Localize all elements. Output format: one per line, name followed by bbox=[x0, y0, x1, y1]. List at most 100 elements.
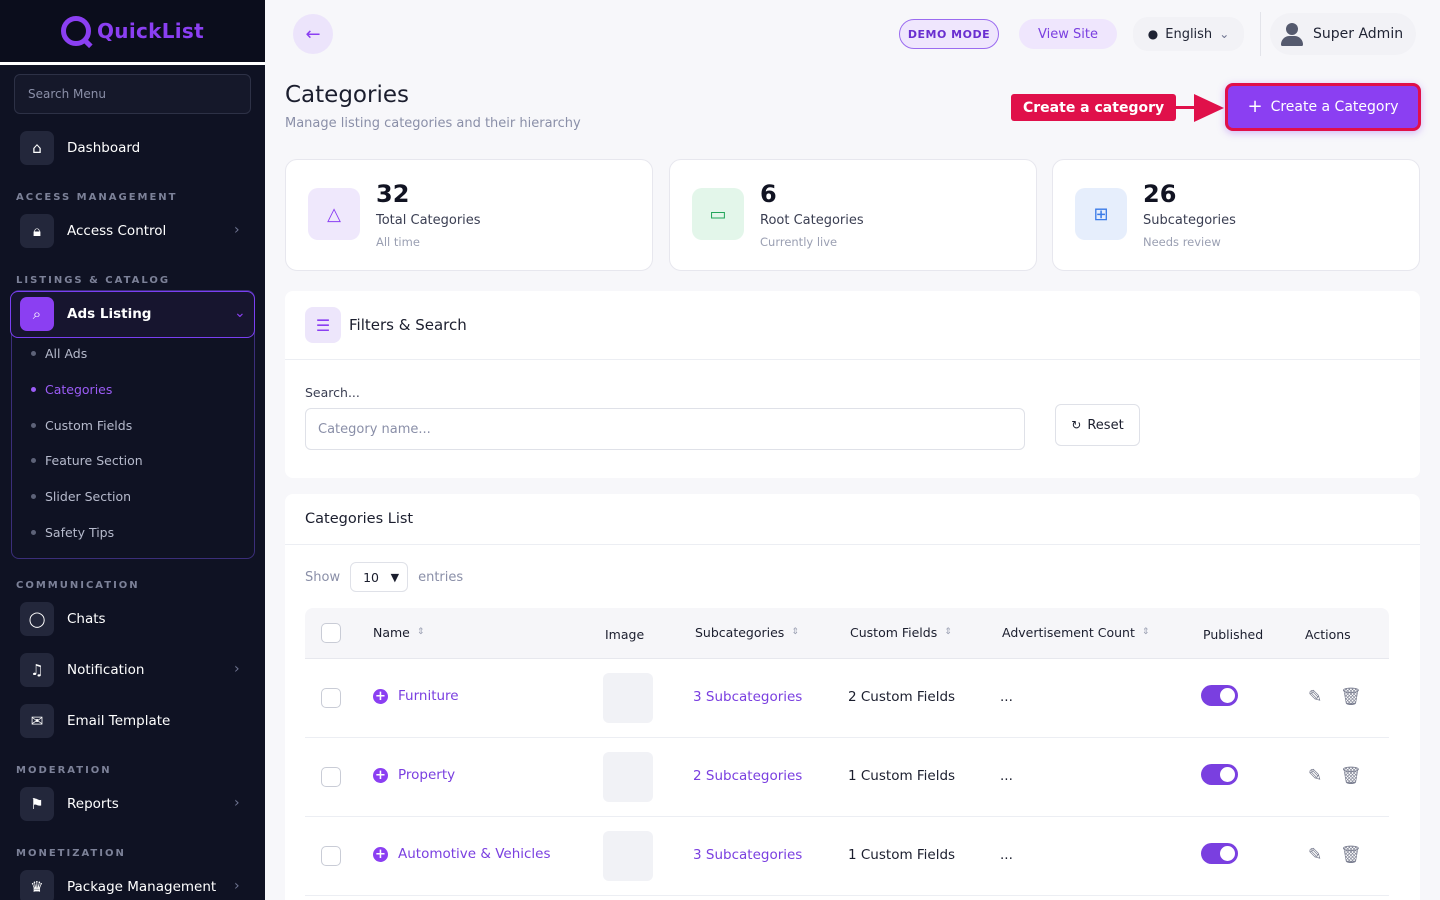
sidebar-item-package-management[interactable]: ♛ Package Management bbox=[20, 870, 216, 900]
category-name[interactable]: + Property bbox=[373, 767, 455, 783]
sidebar-item-chats[interactable]: ◯ Chats bbox=[20, 602, 106, 636]
logo[interactable]: QuickList bbox=[0, 0, 265, 65]
sidebar-item-email-template[interactable]: ✉ Email Template bbox=[20, 704, 170, 738]
view-site-button[interactable]: View Site bbox=[1019, 19, 1117, 49]
column-label: Custom Fields bbox=[850, 625, 938, 640]
envelope-icon: ✉ bbox=[20, 704, 54, 738]
column-header-custom-fields[interactable]: Custom Fields ⇕ bbox=[850, 625, 952, 640]
sidebar-item-reports[interactable]: ⚑ Reports bbox=[20, 787, 119, 821]
row-checkbox[interactable] bbox=[321, 846, 341, 866]
sidebar-item-label: Dashboard bbox=[67, 140, 141, 156]
sidebar-item-label: Email Template bbox=[67, 713, 171, 729]
refresh-icon: ↻ bbox=[1071, 418, 1082, 432]
sidebar-search-input[interactable]: Search Menu bbox=[14, 74, 251, 114]
sidebar-subitem-label: Categories bbox=[45, 382, 113, 397]
ad-count: ... bbox=[1000, 689, 1013, 705]
trash-icon[interactable]: 🗑︎ bbox=[1340, 845, 1362, 865]
reset-button[interactable]: ↻ Reset bbox=[1055, 404, 1140, 446]
bullet-icon bbox=[31, 494, 36, 499]
sidebar-item-access-control[interactable]: 🔒︎ Access Control bbox=[20, 214, 166, 248]
subcategories-link[interactable]: 2 Subcategories bbox=[693, 768, 802, 784]
expand-icon[interactable]: + bbox=[373, 767, 388, 783]
expand-icon[interactable]: + bbox=[373, 846, 388, 862]
category-name[interactable]: + Automotive & Vehicles bbox=[373, 846, 551, 862]
sidebar-subitem-feature-section[interactable]: Feature Section bbox=[31, 453, 143, 468]
row-checkbox[interactable] bbox=[321, 767, 341, 787]
sidebar-subitem-slider-section[interactable]: Slider Section bbox=[31, 489, 131, 504]
sidebar-item-dashboard[interactable]: ⌂ Dashboard bbox=[20, 131, 140, 165]
sidebar-item-label: Package Management bbox=[67, 879, 217, 895]
back-button[interactable]: ← bbox=[293, 14, 333, 54]
column-header-image: Image bbox=[605, 627, 644, 642]
logo-text: QuickList bbox=[96, 19, 205, 43]
table-row: + Furniture 3 Subcategories 2 Custom Fiel… bbox=[305, 659, 1389, 738]
search-label: Search... bbox=[305, 385, 360, 400]
stat-card-subcategories: ⊞ 26 Subcategories Needs review bbox=[1052, 159, 1420, 271]
stat-value: 6 bbox=[760, 180, 777, 208]
plus-icon: + bbox=[1247, 96, 1263, 117]
filters-title: Filters & Search bbox=[349, 316, 467, 334]
bag-search-icon: ⌕ bbox=[20, 297, 54, 331]
edit-icon[interactable]: ✎ bbox=[1308, 845, 1322, 865]
sidebar-item-label: Reports bbox=[67, 796, 119, 812]
language-label: English bbox=[1165, 26, 1213, 42]
shapes-icon: △ bbox=[308, 188, 360, 240]
published-toggle[interactable] bbox=[1201, 843, 1238, 864]
row-checkbox[interactable] bbox=[321, 688, 341, 708]
home-icon: ⌂ bbox=[20, 131, 54, 165]
custom-fields-count: 1 Custom Fields bbox=[848, 768, 956, 784]
published-toggle[interactable] bbox=[1201, 764, 1238, 785]
user-menu[interactable]: Super Admin bbox=[1270, 13, 1416, 55]
ad-count: ... bbox=[1000, 768, 1013, 784]
sidebar-item-label: Access Control bbox=[67, 223, 167, 239]
sidebar-item-label: Notification bbox=[67, 662, 145, 678]
sidebar-subitem-safety-tips[interactable]: Safety Tips bbox=[31, 525, 114, 540]
bullet-icon bbox=[31, 458, 36, 463]
topbar-divider bbox=[1260, 12, 1261, 56]
subcategories-link[interactable]: 3 Subcategories bbox=[693, 847, 802, 863]
column-header-actions: Actions bbox=[1305, 627, 1351, 642]
table-row: + Property 2 Subcategories 1 Custom Field… bbox=[305, 738, 1389, 817]
avatar bbox=[1280, 22, 1304, 46]
category-search-input[interactable] bbox=[305, 408, 1025, 450]
chevron-down-icon: ▼ bbox=[390, 570, 400, 584]
ad-count: ... bbox=[1000, 847, 1013, 863]
select-all-checkbox[interactable] bbox=[321, 623, 341, 643]
chat-bubble-icon: ◯ bbox=[20, 602, 54, 636]
edit-icon[interactable]: ✎ bbox=[1308, 766, 1322, 786]
stat-value: 32 bbox=[376, 180, 410, 208]
entries-select[interactable]: 10 ▼ bbox=[350, 562, 409, 592]
create-category-button[interactable]: + Create a Category bbox=[1225, 83, 1421, 131]
flag-icon: ⚑ bbox=[20, 787, 54, 821]
sidebar-item-ads-listing[interactable]: ⌕ Ads Listing bbox=[20, 297, 151, 331]
column-label: Published bbox=[1203, 627, 1264, 642]
categories-list-panel: Categories List Show 10 ▼ entries Name ⇕ … bbox=[285, 494, 1420, 900]
published-toggle[interactable] bbox=[1201, 685, 1238, 706]
trash-icon[interactable]: 🗑︎ bbox=[1340, 687, 1362, 707]
subcategories-link[interactable]: 3 Subcategories bbox=[693, 689, 802, 705]
page-subtitle: Manage listing categories and their hier… bbox=[285, 116, 581, 131]
sort-icon: ⇕ bbox=[416, 627, 425, 637]
column-header-subcategories[interactable]: Subcategories ⇕ bbox=[695, 625, 799, 640]
stat-label: Root Categories bbox=[760, 213, 864, 228]
edit-icon[interactable]: ✎ bbox=[1308, 687, 1322, 707]
bell-icon: ♫ bbox=[20, 653, 54, 687]
chevron-right-icon: › bbox=[234, 878, 240, 894]
sidebar-item-notification[interactable]: ♫ Notification bbox=[20, 653, 144, 687]
crown-icon: ♛ bbox=[20, 870, 54, 900]
column-header-ad-count[interactable]: Advertisement Count ⇕ bbox=[1002, 625, 1149, 640]
annotation-label: Create a category bbox=[1011, 94, 1177, 121]
sidebar-subitem-label: Slider Section bbox=[45, 489, 132, 504]
expand-icon[interactable]: + bbox=[373, 688, 388, 704]
column-header-published: Published bbox=[1203, 627, 1263, 642]
sidebar-subitem-all-ads[interactable]: All Ads bbox=[31, 346, 87, 361]
language-dropdown[interactable]: ● English ⌄ bbox=[1133, 17, 1244, 51]
category-name[interactable]: + Furniture bbox=[373, 688, 459, 704]
trash-icon[interactable]: 🗑︎ bbox=[1340, 766, 1362, 786]
stat-note: Needs review bbox=[1143, 235, 1221, 249]
bullet-icon bbox=[31, 387, 36, 392]
chevron-down-icon: ⌄ bbox=[234, 305, 246, 321]
column-header-name[interactable]: Name ⇕ bbox=[373, 625, 424, 640]
sidebar-subitem-custom-fields[interactable]: Custom Fields bbox=[31, 418, 132, 433]
sidebar-subitem-categories[interactable]: Categories bbox=[31, 382, 112, 397]
